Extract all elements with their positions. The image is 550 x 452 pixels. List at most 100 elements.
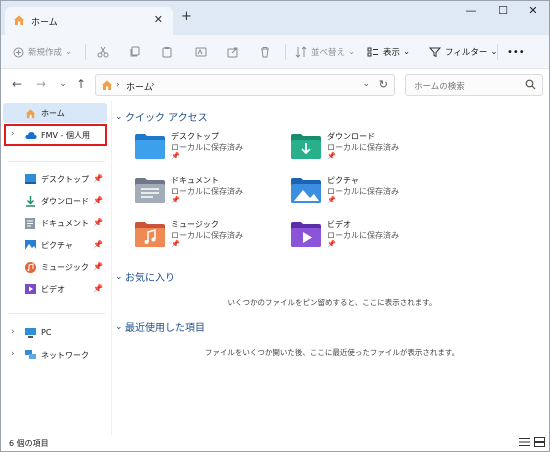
minimize-button[interactable]: — [460,4,482,17]
sidebar-item-videos[interactable]: ビデオ 📌 [3,279,107,299]
documents-folder-icon [135,177,165,206]
recent-header[interactable]: ⌄ 最近使用した項目 [115,319,205,335]
sidebar-item-desktop[interactable]: デスクトップ 📌 [3,169,107,189]
sidebar-item-label: ドキュメント [41,219,89,228]
quick-access-tile-downloads[interactable]: ダウンロード ローカルに保存済み 📌 [291,131,441,171]
sidebar-item-documents[interactable]: ドキュメント 📌 [3,213,107,233]
file-explorer-window: ホーム ✕ + — ☐ ✕ 新規作成 ⌄ 並べ替え ⌄ 表示 ⌄ フィルター ⌄… [0,0,550,452]
home-icon [13,14,25,29]
toolbar-divider [85,44,86,60]
tile-name: ダウンロード [327,132,375,141]
address-bar[interactable]: › ホーム › ⌄ ↻ [95,74,395,96]
search-placeholder: ホームの検索 [414,82,465,92]
sidebar-item-label: ビデオ [41,285,65,294]
toolbar-divider [285,44,286,60]
tab-close-icon[interactable]: ✕ [154,13,163,26]
tile-name: ピクチャ [327,176,359,185]
pin-icon[interactable]: 📌 [93,262,103,271]
quick-access-tile-videos[interactable]: ビデオ ローカルに保存済み 📌 [291,219,441,259]
search-box[interactable]: ホームの検索 [405,74,543,96]
share-button[interactable] [227,35,243,69]
pin-icon[interactable]: 📌 [93,174,103,183]
download-icon [25,196,36,209]
expand-chevron-icon[interactable]: › [11,327,15,337]
address-dropdown-icon[interactable]: ⌄ [362,79,370,89]
home-icon [25,108,36,121]
sidebar-item-label: ミュージック [41,263,89,272]
computer-icon [25,328,36,340]
rename-button[interactable] [195,35,211,69]
pin-icon[interactable]: 📌 [93,240,103,249]
sidebar-item-label: PC [41,328,52,337]
pin-icon[interactable]: 📌 [93,284,103,293]
quick-access-tile-pictures[interactable]: ピクチャ ローカルに保存済み 📌 [291,175,441,215]
sort-button[interactable]: 並べ替え ⌄ [295,35,355,69]
back-arrow-icon[interactable]: ← [9,77,25,91]
delete-button[interactable] [259,35,275,69]
new-tab-button[interactable]: + [181,9,192,24]
sidebar-item-label: ピクチャ [41,241,73,250]
pane-splitter[interactable] [111,101,112,435]
view-button[interactable]: 表示 ⌄ [367,35,410,69]
documents-icon [25,218,35,231]
details-view-icon[interactable] [519,437,531,448]
tile-name: ミュージック [171,220,219,229]
sidebar-item-label: ネットワーク [41,351,89,360]
sidebar-item-downloads[interactable]: ダウンロード 📌 [3,191,107,211]
tab-title: ホーム [31,18,58,28]
refresh-icon[interactable]: ↻ [379,78,388,91]
up-arrow-icon[interactable]: ↑ [73,77,89,91]
expand-chevron-icon[interactable]: › [11,349,15,359]
breadcrumb-separator[interactable]: › [151,80,155,90]
cut-button[interactable] [97,35,113,69]
sidebar-divider [9,161,105,162]
new-button[interactable]: 新規作成 ⌄ [13,35,72,69]
tab-home[interactable]: ホーム ✕ [5,7,173,35]
recent-locations-chevron-icon[interactable]: ⌄ [55,79,71,89]
breadcrumb-home[interactable]: ホーム [126,80,153,93]
plus-circle-icon [13,47,24,57]
sidebar-item-label: ダウンロード [41,197,89,206]
tile-name: ドキュメント [171,176,219,185]
pin-icon[interactable]: 📌 [93,218,103,227]
tiles-view-icon[interactable] [534,437,546,448]
favorites-header[interactable]: ⌄ お気に入り [115,269,175,285]
highlight-box [4,124,107,146]
more-options-button[interactable]: ••• [507,35,525,69]
pin-icon[interactable]: 📌 [93,196,103,205]
breadcrumb-separator[interactable]: › [116,80,120,90]
pictures-icon [25,240,36,252]
recent-empty-message: ファイルをいくつか開いた後、ここに最近使ったファイルが表示されます。 [204,348,460,357]
sidebar-item-label: ホーム [41,109,65,118]
copy-button[interactable] [129,35,145,69]
sidebar-item-pictures[interactable]: ピクチャ 📌 [3,235,107,255]
videos-folder-icon [291,221,321,250]
sidebar-item-network[interactable]: › ネットワーク [3,345,107,365]
forward-arrow-icon[interactable]: → [33,77,49,91]
maximize-button[interactable]: ☐ [492,4,514,17]
music-icon [25,262,36,275]
quick-access-tile-music[interactable]: ミュージック ローカルに保存済み 📌 [135,219,285,259]
sidebar-item-pc[interactable]: › PC [3,323,107,343]
scissors-icon [97,46,109,58]
pictures-folder-icon [291,177,321,206]
tile-status: ローカルに保存済み [327,143,399,152]
trash-icon [261,47,269,58]
quick-access-tile-documents[interactable]: ドキュメント ローカルに保存済み 📌 [135,175,285,215]
toolbar-divider [497,44,498,60]
view-label: 表示 [383,48,401,58]
pin-icon: 📌 [171,240,180,248]
filter-button[interactable]: フィルター ⌄ [429,35,497,69]
quick-access-tile-desktop[interactable]: デスクトップ ローカルに保存済み 📌 [135,131,285,171]
quick-access-header[interactable]: ⌄ クイック アクセス [115,109,208,125]
sidebar-item-home[interactable]: ホーム [3,103,107,123]
status-bar: 6 個の項目 [1,435,549,451]
desktop-icon [25,174,36,186]
tile-status: ローカルに保存済み [171,187,243,196]
sidebar-item-label: デスクトップ [41,175,89,184]
filter-label: フィルター [445,48,488,58]
sidebar-item-music[interactable]: ミュージック 📌 [3,257,107,277]
paste-button[interactable] [161,35,177,69]
pin-icon: 📌 [327,240,336,248]
close-button[interactable]: ✕ [522,4,544,17]
